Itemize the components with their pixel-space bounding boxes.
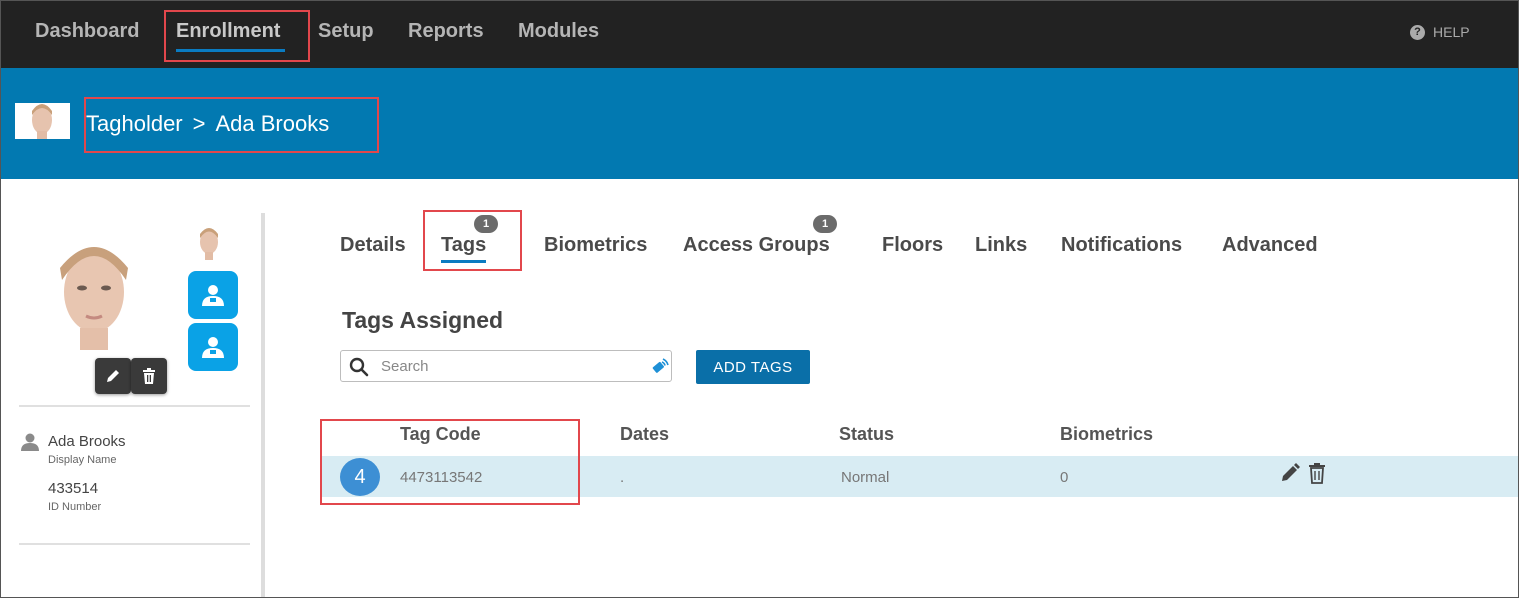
tab-links[interactable]: Links bbox=[975, 234, 1027, 257]
person-badge-icon bbox=[202, 337, 224, 358]
capture-photo-button[interactable] bbox=[188, 271, 238, 319]
cell-biometrics: 0 bbox=[1060, 469, 1069, 486]
search-input[interactable] bbox=[381, 355, 641, 377]
column-header-biometrics: Biometrics bbox=[1060, 424, 1154, 444]
tab-active-underline bbox=[441, 260, 486, 263]
cell-dates: . bbox=[620, 469, 625, 486]
nav-reports[interactable]: Reports bbox=[408, 20, 484, 43]
display-name-value: Ada Brooks bbox=[48, 433, 126, 450]
panel-divider bbox=[261, 213, 265, 598]
tab-biometrics[interactable]: Biometrics bbox=[544, 234, 647, 257]
search-box bbox=[340, 350, 672, 382]
nav-setup[interactable]: Setup bbox=[318, 20, 374, 43]
profile-thumbnail[interactable] bbox=[192, 226, 226, 260]
tab-floors[interactable]: Floors bbox=[882, 234, 943, 257]
breadcrumb-section[interactable]: Tagholder bbox=[86, 111, 183, 137]
row-index-badge: 4 bbox=[340, 458, 380, 496]
column-header-status: Status bbox=[839, 424, 895, 444]
top-nav: Dashboard Enrollment Setup Reports Modul… bbox=[0, 0, 1519, 68]
search-icon bbox=[349, 357, 369, 377]
nav-modules[interactable]: Modules bbox=[518, 20, 599, 43]
table-row[interactable] bbox=[322, 456, 1519, 497]
help-icon: ? bbox=[1410, 24, 1425, 40]
trash-icon bbox=[143, 368, 155, 384]
nav-dashboard[interactable]: Dashboard bbox=[35, 20, 139, 43]
tab-access-groups-badge: 1 bbox=[813, 215, 837, 233]
display-name-label: Display Name bbox=[48, 454, 117, 466]
tab-notifications[interactable]: Notifications bbox=[1061, 234, 1182, 257]
delete-photo-button[interactable] bbox=[131, 358, 167, 394]
edit-icon[interactable] bbox=[1280, 462, 1300, 484]
banner-avatar bbox=[15, 103, 70, 139]
profile-divider-bottom bbox=[19, 543, 250, 545]
cell-tag-code: 4473113542 bbox=[400, 469, 483, 486]
person-badge-icon bbox=[202, 285, 224, 306]
edit-photo-button[interactable] bbox=[95, 358, 131, 394]
tag-scan-icon[interactable] bbox=[649, 355, 671, 377]
id-number-value: 433514 bbox=[48, 480, 99, 497]
tab-details[interactable]: Details bbox=[340, 234, 406, 257]
user-icon bbox=[21, 433, 39, 451]
cell-status: Normal bbox=[841, 469, 890, 486]
trash-icon[interactable] bbox=[1307, 462, 1327, 484]
edit-icon bbox=[107, 370, 119, 382]
help-link[interactable]: ? HELP bbox=[1410, 24, 1470, 40]
help-label: HELP bbox=[1433, 24, 1470, 40]
tab-tags[interactable]: Tags bbox=[441, 234, 486, 257]
section-title: Tags Assigned bbox=[342, 307, 504, 333]
tab-tags-badge: 1 bbox=[474, 215, 498, 233]
tab-access-groups[interactable]: Access Groups bbox=[683, 234, 830, 257]
page-header-banner: Tagholder > Ada Brooks bbox=[0, 68, 1519, 179]
id-number-label: ID Number bbox=[48, 501, 102, 513]
add-tags-button[interactable]: ADD TAGS bbox=[696, 350, 810, 384]
nav-active-underline bbox=[176, 49, 285, 52]
column-header-dates: Dates bbox=[620, 424, 670, 444]
breadcrumb-current: Ada Brooks bbox=[215, 111, 330, 136]
tab-advanced[interactable]: Advanced bbox=[1222, 234, 1318, 257]
column-header-tag-code: Tag Code bbox=[400, 424, 481, 444]
breadcrumb: Tagholder > Ada Brooks bbox=[86, 111, 329, 137]
upload-photo-button[interactable] bbox=[188, 323, 238, 371]
profile-photo bbox=[40, 240, 148, 350]
nav-enrollment[interactable]: Enrollment bbox=[176, 20, 280, 43]
breadcrumb-separator: > bbox=[192, 111, 206, 136]
profile-divider-top bbox=[19, 405, 250, 407]
